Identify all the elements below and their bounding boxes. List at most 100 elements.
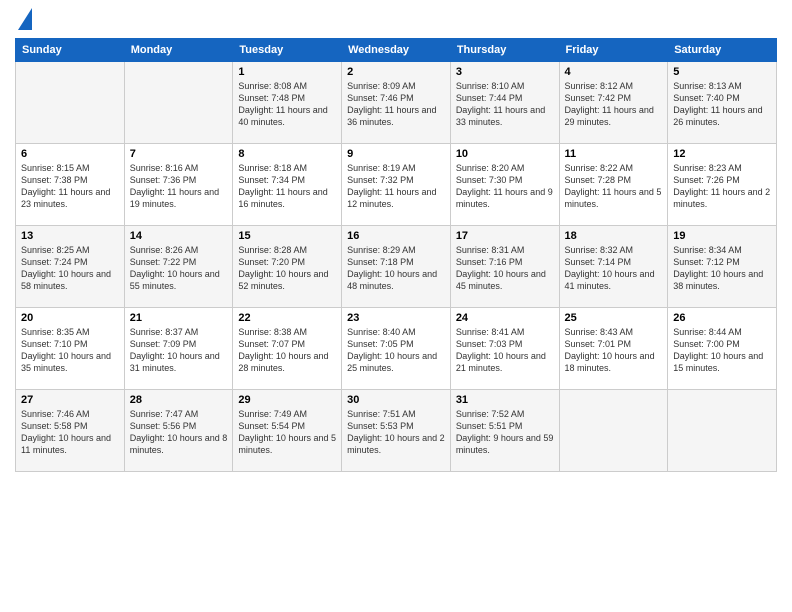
day-number: 23 bbox=[347, 312, 445, 324]
day-info: Sunrise: 8:44 AMSunset: 7:00 PMDaylight:… bbox=[673, 327, 763, 373]
day-number: 12 bbox=[673, 148, 771, 160]
calendar-header-sunday: Sunday bbox=[16, 39, 125, 62]
calendar-header-wednesday: Wednesday bbox=[342, 39, 451, 62]
calendar-week-3: 13 Sunrise: 8:25 AMSunset: 7:24 PMDayligh… bbox=[16, 226, 777, 308]
calendar-cell: 5 Sunrise: 8:13 AMSunset: 7:40 PMDaylight… bbox=[668, 62, 777, 144]
calendar-cell: 16 Sunrise: 8:29 AMSunset: 7:18 PMDayligh… bbox=[342, 226, 451, 308]
day-info: Sunrise: 8:25 AMSunset: 7:24 PMDaylight:… bbox=[21, 245, 111, 291]
day-info: Sunrise: 7:47 AMSunset: 5:56 PMDaylight:… bbox=[130, 409, 228, 455]
day-number: 7 bbox=[130, 148, 228, 160]
day-number: 1 bbox=[238, 66, 336, 78]
day-info: Sunrise: 8:10 AMSunset: 7:44 PMDaylight:… bbox=[456, 81, 545, 127]
day-number: 31 bbox=[456, 394, 554, 406]
day-number: 17 bbox=[456, 230, 554, 242]
calendar-cell: 14 Sunrise: 8:26 AMSunset: 7:22 PMDayligh… bbox=[124, 226, 233, 308]
calendar-cell bbox=[16, 62, 125, 144]
day-info: Sunrise: 8:12 AMSunset: 7:42 PMDaylight:… bbox=[565, 81, 654, 127]
day-info: Sunrise: 8:09 AMSunset: 7:46 PMDaylight:… bbox=[347, 81, 436, 127]
calendar-cell: 10 Sunrise: 8:20 AMSunset: 7:30 PMDayligh… bbox=[450, 144, 559, 226]
calendar-cell bbox=[559, 390, 668, 472]
day-number: 3 bbox=[456, 66, 554, 78]
logo bbox=[15, 10, 32, 30]
day-number: 9 bbox=[347, 148, 445, 160]
calendar-cell: 22 Sunrise: 8:38 AMSunset: 7:07 PMDayligh… bbox=[233, 308, 342, 390]
calendar-week-5: 27 Sunrise: 7:46 AMSunset: 5:58 PMDayligh… bbox=[16, 390, 777, 472]
day-info: Sunrise: 8:29 AMSunset: 7:18 PMDaylight:… bbox=[347, 245, 437, 291]
calendar-header-thursday: Thursday bbox=[450, 39, 559, 62]
calendar-header-monday: Monday bbox=[124, 39, 233, 62]
calendar-cell: 25Sunrise: 8:43 AMSunset: 7:01 PMDayligh… bbox=[559, 308, 668, 390]
calendar-cell: 8 Sunrise: 8:18 AMSunset: 7:34 PMDaylight… bbox=[233, 144, 342, 226]
calendar-cell: 31 Sunrise: 7:52 AMSunset: 5:51 PMDayligh… bbox=[450, 390, 559, 472]
calendar-cell bbox=[668, 390, 777, 472]
day-info: Sunrise: 7:51 AMSunset: 5:53 PMDaylight:… bbox=[347, 409, 445, 455]
calendar-cell: 13 Sunrise: 8:25 AMSunset: 7:24 PMDayligh… bbox=[16, 226, 125, 308]
calendar-header-friday: Friday bbox=[559, 39, 668, 62]
logo-triangle-icon bbox=[18, 8, 32, 30]
calendar-cell: 20Sunrise: 8:35 AMSunset: 7:10 PMDayligh… bbox=[16, 308, 125, 390]
calendar-cell: 29 Sunrise: 7:49 AMSunset: 5:54 PMDayligh… bbox=[233, 390, 342, 472]
calendar-header-tuesday: Tuesday bbox=[233, 39, 342, 62]
day-number: 30 bbox=[347, 394, 445, 406]
day-number: 19 bbox=[673, 230, 771, 242]
calendar-cell: 1 Sunrise: 8:08 AMSunset: 7:48 PMDaylight… bbox=[233, 62, 342, 144]
day-number: 4 bbox=[565, 66, 663, 78]
day-info: Sunrise: 8:20 AMSunset: 7:30 PMDaylight:… bbox=[456, 163, 553, 209]
calendar-cell: 30 Sunrise: 7:51 AMSunset: 5:53 PMDayligh… bbox=[342, 390, 451, 472]
day-info: Sunrise: 8:15 AMSunset: 7:38 PMDaylight:… bbox=[21, 163, 110, 209]
day-info: Sunrise: 7:49 AMSunset: 5:54 PMDaylight:… bbox=[238, 409, 336, 455]
day-number: 6 bbox=[21, 148, 119, 160]
day-info: Sunrise: 8:19 AMSunset: 7:32 PMDaylight:… bbox=[347, 163, 436, 209]
day-info: Sunrise: 8:28 AMSunset: 7:20 PMDaylight:… bbox=[238, 245, 328, 291]
day-info: Sunrise: 8:34 AMSunset: 7:12 PMDaylight:… bbox=[673, 245, 763, 291]
calendar-cell: 21 Sunrise: 8:37 AMSunset: 7:09 PMDayligh… bbox=[124, 308, 233, 390]
calendar-header-saturday: Saturday bbox=[668, 39, 777, 62]
day-number: 13 bbox=[21, 230, 119, 242]
calendar-cell: 12 Sunrise: 8:23 AMSunset: 7:26 PMDayligh… bbox=[668, 144, 777, 226]
day-info: Sunrise: 8:31 AMSunset: 7:16 PMDaylight:… bbox=[456, 245, 546, 291]
calendar-cell: 6 Sunrise: 8:15 AMSunset: 7:38 PMDaylight… bbox=[16, 144, 125, 226]
calendar-cell: 23 Sunrise: 8:40 AMSunset: 7:05 PMDayligh… bbox=[342, 308, 451, 390]
calendar-week-2: 6 Sunrise: 8:15 AMSunset: 7:38 PMDaylight… bbox=[16, 144, 777, 226]
day-info: Sunrise: 8:37 AMSunset: 7:09 PMDaylight:… bbox=[130, 327, 220, 373]
day-number: 10 bbox=[456, 148, 554, 160]
calendar-cell: 24Sunrise: 8:41 AMSunset: 7:03 PMDayligh… bbox=[450, 308, 559, 390]
day-number: 14 bbox=[130, 230, 228, 242]
day-number: 29 bbox=[238, 394, 336, 406]
calendar-cell: 19 Sunrise: 8:34 AMSunset: 7:12 PMDayligh… bbox=[668, 226, 777, 308]
day-info: Sunrise: 8:32 AMSunset: 7:14 PMDaylight:… bbox=[565, 245, 655, 291]
calendar-cell: 3 Sunrise: 8:10 AMSunset: 7:44 PMDaylight… bbox=[450, 62, 559, 144]
day-info: Sunrise: 8:08 AMSunset: 7:48 PMDaylight:… bbox=[238, 81, 327, 127]
day-info: Sunrise: 8:41 AMSunset: 7:03 PMDaylight:… bbox=[456, 327, 546, 373]
calendar: SundayMondayTuesdayWednesdayThursdayFrid… bbox=[15, 38, 777, 472]
header bbox=[15, 10, 777, 30]
day-number: 22 bbox=[238, 312, 336, 324]
day-info: Sunrise: 8:38 AMSunset: 7:07 PMDaylight:… bbox=[238, 327, 328, 373]
day-number: 5 bbox=[673, 66, 771, 78]
day-info: Sunrise: 8:18 AMSunset: 7:34 PMDaylight:… bbox=[238, 163, 327, 209]
day-number: 2 bbox=[347, 66, 445, 78]
calendar-week-4: 20Sunrise: 8:35 AMSunset: 7:10 PMDayligh… bbox=[16, 308, 777, 390]
day-number: 28 bbox=[130, 394, 228, 406]
day-info: Sunrise: 8:35 AMSunset: 7:10 PMDaylight:… bbox=[21, 327, 111, 373]
day-info: Sunrise: 7:52 AMSunset: 5:51 PMDaylight:… bbox=[456, 409, 554, 455]
calendar-cell: 26Sunrise: 8:44 AMSunset: 7:00 PMDayligh… bbox=[668, 308, 777, 390]
day-info: Sunrise: 8:23 AMSunset: 7:26 PMDaylight:… bbox=[673, 163, 770, 209]
day-info: Sunrise: 8:40 AMSunset: 7:05 PMDaylight:… bbox=[347, 327, 437, 373]
day-number: 11 bbox=[565, 148, 663, 160]
day-info: Sunrise: 7:46 AMSunset: 5:58 PMDaylight:… bbox=[21, 409, 111, 455]
day-number: 16 bbox=[347, 230, 445, 242]
day-info: Sunrise: 8:22 AMSunset: 7:28 PMDaylight:… bbox=[565, 163, 662, 209]
calendar-cell: 18 Sunrise: 8:32 AMSunset: 7:14 PMDayligh… bbox=[559, 226, 668, 308]
calendar-cell: 17 Sunrise: 8:31 AMSunset: 7:16 PMDayligh… bbox=[450, 226, 559, 308]
day-info: Sunrise: 8:13 AMSunset: 7:40 PMDaylight:… bbox=[673, 81, 762, 127]
calendar-cell: 11 Sunrise: 8:22 AMSunset: 7:28 PMDayligh… bbox=[559, 144, 668, 226]
day-number: 21 bbox=[130, 312, 228, 324]
day-number: 8 bbox=[238, 148, 336, 160]
day-info: Sunrise: 8:26 AMSunset: 7:22 PMDaylight:… bbox=[130, 245, 220, 291]
day-number: 27 bbox=[21, 394, 119, 406]
calendar-cell: 28 Sunrise: 7:47 AMSunset: 5:56 PMDayligh… bbox=[124, 390, 233, 472]
day-number: 18 bbox=[565, 230, 663, 242]
day-number: 25 bbox=[565, 312, 663, 324]
calendar-cell: 27 Sunrise: 7:46 AMSunset: 5:58 PMDayligh… bbox=[16, 390, 125, 472]
